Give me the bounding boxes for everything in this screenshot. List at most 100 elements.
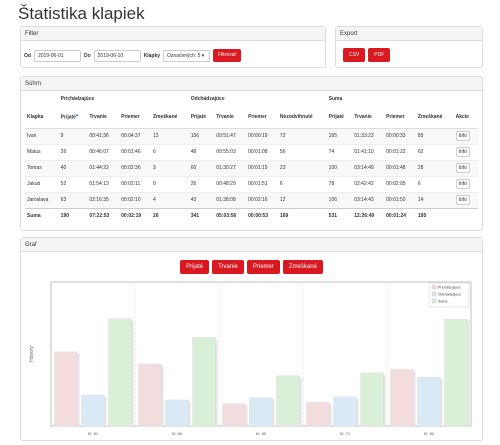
col-nezodvihnute[interactable]: Nezodvihnuté	[277, 106, 327, 129]
bar	[444, 318, 468, 427]
chart-button-priemer[interactable]: Priemer	[246, 260, 280, 274]
table-cell: 13	[150, 127, 189, 144]
legend-swatch	[431, 298, 437, 304]
chart-button-zmeskane[interactable]: Zmeškané	[282, 260, 323, 274]
table-cell: 40	[58, 159, 88, 176]
to-label: Do	[83, 52, 91, 59]
to-date-input[interactable]	[93, 49, 141, 62]
table-cell: 00:01:50	[384, 191, 416, 208]
table-cell: 0	[150, 175, 189, 192]
table-cell: 00:01:22	[384, 143, 416, 160]
table-cell: 01:44:22	[87, 159, 120, 176]
table-cell: 03:14:43	[352, 191, 385, 208]
bar	[333, 396, 357, 427]
table-cell: 00:02:36	[119, 159, 151, 176]
total-cell: 00:01:24	[384, 207, 416, 224]
bar	[276, 375, 300, 427]
table-cell: 03:14:49	[352, 159, 385, 176]
table-cell: 6	[277, 175, 327, 192]
legend-swatch	[431, 291, 437, 297]
table-cell: 6	[415, 175, 454, 192]
col-priemer-sum[interactable]: Priemer	[384, 106, 416, 129]
info-button[interactable]: Info	[455, 147, 470, 157]
bar	[222, 403, 246, 427]
table-cell: 106	[326, 191, 353, 208]
table-cell: 00:02:16	[246, 191, 278, 208]
table-cell: 23	[277, 159, 327, 176]
table-row: Matus 26 00:46:07 00:01:46 6 48 00:55:03 00:01:…	[25, 143, 478, 160]
col-trvanie-out[interactable]: Trvanie	[214, 106, 247, 129]
table-cell: 78	[326, 175, 353, 192]
export-pdf-button[interactable]: PDF	[368, 48, 391, 62]
legend-label: Prichádzajúce	[438, 286, 461, 290]
table-cell: 01:38:08	[214, 191, 247, 208]
cell-klapka: Jakub	[25, 175, 59, 192]
total-cell: 195	[415, 207, 454, 224]
klapky-selected-value: Označených: 5	[167, 52, 201, 59]
info-button[interactable]: Info	[455, 179, 470, 189]
col-akcie: Akcie	[453, 106, 478, 129]
x-tick-label: Kl. 69	[256, 431, 267, 436]
bar	[192, 337, 216, 427]
col-zmeskane[interactable]: Zmeškané	[150, 106, 189, 129]
total-cell: 00:02:19	[119, 207, 151, 224]
table-cell: 56	[277, 143, 327, 160]
table-cell: 00:01:08	[246, 143, 278, 160]
info-button[interactable]: Info	[455, 131, 470, 141]
cell-klapka: Matus	[25, 143, 59, 160]
export-panel: Export CSV PDF	[335, 26, 483, 68]
table-cell: 60	[188, 159, 215, 176]
table-cell: 43	[188, 191, 215, 208]
cell-akcie: Info	[453, 191, 478, 208]
total-cell: 05:03:56	[214, 207, 247, 224]
info-button[interactable]: Info	[455, 195, 470, 205]
group-outgoing: Odchádzajúce	[190, 96, 225, 102]
x-tick-label: Kl. 82	[424, 431, 435, 436]
table-cell: 00:48:29	[214, 175, 247, 192]
table-cell: 26	[188, 175, 215, 192]
bar	[360, 372, 384, 427]
chart-button-trvanie[interactable]: Trvanie	[212, 260, 244, 274]
group-incoming: Prichádzajúce	[60, 96, 95, 102]
info-button[interactable]: Info	[455, 163, 470, 173]
bar	[390, 369, 414, 427]
bar	[54, 351, 78, 427]
table-cell: 00:02:05	[384, 175, 416, 192]
table-row: Jakub 52 01:54:13 00:02:11 0 26 00:48:29 00:01:…	[25, 175, 478, 192]
cell-akcie: Info	[453, 143, 478, 160]
export-csv-button[interactable]: CSV	[343, 48, 366, 62]
col-trvanie-sum[interactable]: Trvanie	[352, 106, 385, 129]
bar	[249, 397, 273, 427]
table-cell: 00:02:10	[119, 191, 151, 208]
col-prijate-out[interactable]: Prijaté	[188, 106, 215, 129]
table-cell: 4	[150, 191, 189, 208]
klapky-select[interactable]: Označených: 5 ▾	[163, 49, 211, 62]
legend-label: Odchádzajúce	[438, 293, 461, 297]
col-prijate[interactable]: Prijaté◆	[58, 106, 88, 129]
col-priemer-out[interactable]: Priemer	[246, 106, 278, 129]
col-klapka[interactable]: Klapka	[25, 106, 59, 129]
col-prijate-sum[interactable]: Prijaté	[326, 106, 353, 129]
table-cell: 01:30:27	[214, 159, 247, 176]
col-priemer[interactable]: Priemer	[119, 106, 151, 129]
total-cell: 190	[58, 207, 88, 224]
col-zmeskane-sum[interactable]: Zmeškané	[415, 106, 454, 129]
table-cell: 00:01:19	[246, 159, 278, 176]
from-label: Od	[24, 52, 31, 59]
from-date-input[interactable]	[33, 49, 81, 62]
filter-submit-button[interactable]: Filtrovať	[213, 49, 242, 62]
total-cell: 26	[150, 207, 189, 224]
table-row: Jaroslava 63 02:16:35 00:02:10 4 43 01:38:08 00…	[25, 191, 478, 208]
chart-button-prijate[interactable]: Prijaté	[180, 260, 210, 274]
cell-total-label: Suma	[25, 207, 59, 224]
sort-icon: ◆	[75, 112, 79, 117]
table-cell: 02:16:35	[87, 191, 120, 208]
bar	[417, 377, 441, 427]
cell-akcie: Info	[453, 127, 478, 144]
col-trvanie[interactable]: Trvanie	[87, 106, 120, 129]
table-cell: 01:33:23	[352, 127, 385, 144]
caret-down-icon: ▾	[201, 52, 205, 59]
table-cell: 26	[58, 143, 88, 160]
cell-klapka: Jaroslava	[25, 191, 59, 208]
bar	[81, 394, 105, 427]
